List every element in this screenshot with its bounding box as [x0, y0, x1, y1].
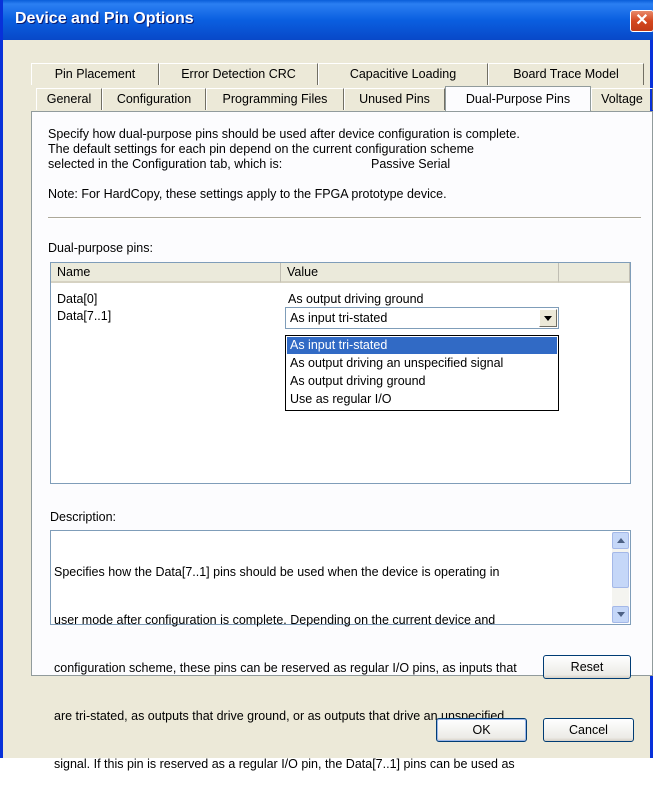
description-line: configuration scheme, these pins can be … — [54, 661, 517, 675]
description-text: Specifies how the Data[7..1] pins should… — [54, 532, 609, 804]
value-dropdown-list[interactable]: As input tri-stated As output driving an… — [285, 335, 559, 411]
pin-row-name[interactable]: Data[0] — [57, 292, 97, 307]
combo-dropdown-button[interactable] — [539, 309, 557, 327]
close-icon: ✕ — [635, 12, 649, 29]
column-header-blank — [559, 263, 630, 283]
description-scrollbar[interactable] — [612, 532, 629, 623]
description-box[interactable]: Specifies how the Data[7..1] pins should… — [50, 530, 631, 771]
tab-dual-purpose-pins[interactable]: Dual-Purpose Pins — [445, 86, 591, 112]
device-pin-options-dialog: Device and Pin Options ✕ Pin Placement E… — [0, 0, 653, 771]
tab-capacitive-loading[interactable]: Capacitive Loading — [318, 63, 488, 85]
hardcopy-note: Note: For HardCopy, these settings apply… — [48, 187, 447, 201]
description-line: signal. If this pin is reserved as a reg… — [54, 757, 515, 771]
title-bar: Device and Pin Options ✕ — [3, 0, 653, 40]
description-line: Specifies how the Data[7..1] pins should… — [54, 565, 500, 579]
combo-selected-value: As input tri-stated — [290, 311, 388, 325]
intro-line-3: selected in the Configuration tab, which… — [48, 157, 283, 171]
description-line: user mode after configuration is complet… — [54, 613, 496, 627]
tab-voltage[interactable]: Voltage — [591, 88, 653, 110]
tab-general[interactable]: General — [36, 88, 102, 110]
description-label: Description: — [50, 510, 116, 524]
ok-button[interactable]: OK — [436, 718, 527, 742]
tab-row-top: Pin Placement Error Detection CRC Capaci… — [31, 63, 651, 85]
reset-button[interactable]: Reset — [543, 655, 631, 679]
intro-line-2: The default settings for each pin depend… — [48, 142, 474, 156]
separator — [48, 217, 641, 219]
pin-row-value[interactable]: As output driving ground — [288, 292, 424, 307]
cancel-button[interactable]: Cancel — [543, 718, 634, 742]
scroll-up-icon — [617, 538, 625, 543]
pin-value-combobox[interactable]: As input tri-stated — [285, 307, 559, 329]
tab-pin-placement[interactable]: Pin Placement — [31, 63, 159, 85]
intro-line-1: Specify how dual-purpose pins should be … — [48, 127, 520, 141]
dropdown-option[interactable]: As output driving ground — [287, 373, 557, 390]
tab-unused-pins[interactable]: Unused Pins — [344, 88, 445, 110]
tab-error-detection-crc[interactable]: Error Detection CRC — [159, 63, 318, 85]
tab-programming-files[interactable]: Programming Files — [206, 88, 344, 110]
scroll-thumb[interactable] — [612, 552, 629, 588]
close-button[interactable]: ✕ — [630, 10, 653, 32]
tab-row-bottom: General Configuration Programming Files … — [36, 86, 653, 112]
scroll-down-icon — [617, 612, 625, 617]
dropdown-option[interactable]: As output driving an unspecified signal — [287, 355, 557, 372]
column-header-name[interactable]: Name — [51, 263, 281, 283]
config-scheme-value: Passive Serial — [371, 157, 451, 171]
pins-label: Dual-purpose pins: — [48, 241, 153, 255]
column-header-value[interactable]: Value — [281, 263, 559, 283]
scroll-down-button[interactable] — [612, 606, 629, 623]
dropdown-option[interactable]: As input tri-stated — [287, 337, 557, 354]
pin-row-name[interactable]: Data[7..1] — [57, 309, 111, 324]
scroll-up-button[interactable] — [612, 532, 629, 549]
tab-configuration[interactable]: Configuration — [102, 88, 206, 110]
tab-board-trace-model[interactable]: Board Trace Model — [488, 63, 644, 85]
chevron-down-icon — [544, 316, 552, 321]
dialog-title: Device and Pin Options — [15, 10, 194, 27]
dropdown-option[interactable]: Use as regular I/O — [287, 391, 557, 408]
